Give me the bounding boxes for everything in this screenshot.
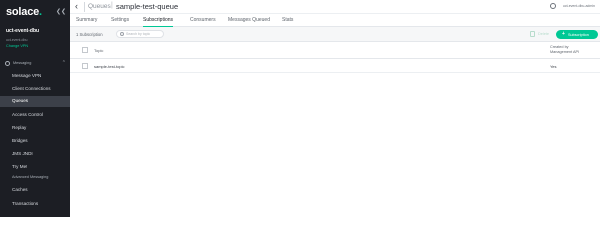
delete-button[interactable]: Delete: [538, 32, 549, 36]
tab-subscriptions[interactable]: Subscriptions: [143, 17, 174, 27]
sidebar-item-client-connections[interactable]: Client Connections: [0, 84, 70, 95]
sidebar-item-message-vpn[interactable]: Message VPN: [0, 71, 70, 82]
column-header-created[interactable]: Created by Management API: [550, 45, 590, 54]
toolbar: 1 Subscription Delete + Subscription: [70, 27, 600, 42]
messaging-section-header[interactable]: Messaging ⌃: [0, 60, 70, 68]
sidebar: solace. ❮❮ uct-event-dbu uct-event-dbu C…: [0, 0, 70, 217]
messaging-icon: [5, 61, 10, 66]
tab-messages-queued[interactable]: Messages Queued: [228, 17, 270, 27]
plus-icon: +: [562, 31, 565, 37]
sidebar-item-label: Queues: [12, 98, 29, 103]
broker-name: uct-event-dbu: [6, 28, 40, 34]
topic-cell: sample-test-topic: [94, 64, 125, 69]
solace-logo: solace.: [6, 6, 42, 18]
trash-icon[interactable]: [530, 31, 535, 37]
user-name[interactable]: uct-event-dbu-admin: [563, 4, 595, 8]
subscription-count: 1 Subscription: [76, 32, 103, 37]
page-title: sample-test-queue: [116, 2, 179, 11]
back-arrow-icon[interactable]: ‹: [75, 2, 78, 11]
logo-row: solace. ❮❮: [6, 6, 66, 20]
tab-consumers[interactable]: Consumers: [190, 17, 216, 27]
sidebar-item-jms-jndi[interactable]: JMS JNDI: [0, 149, 70, 160]
column-header-topic[interactable]: Topic: [94, 48, 103, 53]
logo-text: solace: [6, 6, 40, 18]
user-icon[interactable]: [550, 3, 556, 9]
sidebar-item-advanced-messaging[interactable]: Advanced Messaging: [0, 173, 70, 184]
tab-bar: Summary Settings Subscriptions Consumers…: [70, 14, 600, 27]
sidebar-item-label: Access Control: [12, 112, 43, 117]
sidebar-item-label: Bridges: [12, 138, 28, 143]
app-window: solace. ❮❮ uct-event-dbu uct-event-dbu C…: [0, 0, 600, 217]
row-checkbox[interactable]: [82, 63, 88, 69]
sidebar-item-caches[interactable]: Caches: [0, 185, 70, 196]
collapse-sidebar-icon[interactable]: ❮❮: [56, 8, 66, 15]
add-subscription-button[interactable]: + Subscription: [556, 30, 598, 39]
sidebar-item-access-control[interactable]: Access Control: [0, 110, 70, 121]
tab-settings[interactable]: Settings: [111, 17, 129, 27]
logo-dot: .: [39, 6, 42, 18]
broker-info: uct-event-dbu uct-event-dbu Change VPN: [6, 28, 66, 48]
chevron-up-icon: ⌃: [61, 60, 66, 66]
select-all-checkbox[interactable]: [82, 47, 88, 53]
search-box[interactable]: [116, 30, 164, 38]
sidebar-item-label: Try Me!: [12, 164, 28, 169]
sidebar-item-label: Advanced Messaging: [12, 175, 49, 179]
table-row[interactable]: sample-test-topic Yes: [70, 59, 600, 73]
tab-summary[interactable]: Summary: [76, 17, 97, 27]
sidebar-item-label: Caches: [12, 187, 28, 192]
sidebar-item-label: Message VPN: [12, 73, 42, 78]
sidebar-item-transactions[interactable]: Transactions: [0, 199, 70, 210]
add-subscription-label: Subscription: [568, 32, 589, 37]
sidebar-item-replay[interactable]: Replay: [0, 123, 70, 134]
search-icon: [120, 32, 124, 36]
page-header: ‹ Queues | sample-test-queue uct-event-d…: [70, 0, 600, 14]
sidebar-item-bridges[interactable]: Bridges: [0, 136, 70, 147]
tab-stats[interactable]: Stats: [282, 17, 293, 27]
sidebar-item-label: JMS JNDI: [12, 151, 33, 156]
search-input[interactable]: [126, 31, 162, 37]
messaging-section-label: Messaging: [13, 61, 32, 65]
sidebar-item-label: Replay: [12, 125, 27, 130]
sidebar-item-label: Client Connections: [12, 86, 51, 91]
change-vpn-link[interactable]: Change VPN: [6, 44, 66, 48]
table-header: Topic Created by Management API: [70, 42, 600, 59]
broker-subtitle: uct-event-dbu: [6, 38, 28, 42]
sidebar-item-label: Transactions: [12, 201, 39, 206]
sidebar-item-try-me[interactable]: Try Me!: [0, 162, 70, 173]
header-divider: [84, 2, 85, 12]
created-cell: Yes: [550, 64, 557, 69]
breadcrumb-separator: |: [111, 2, 113, 9]
breadcrumb-queues-link[interactable]: Queues: [88, 3, 111, 10]
sidebar-item-queues[interactable]: Queues: [0, 96, 70, 107]
